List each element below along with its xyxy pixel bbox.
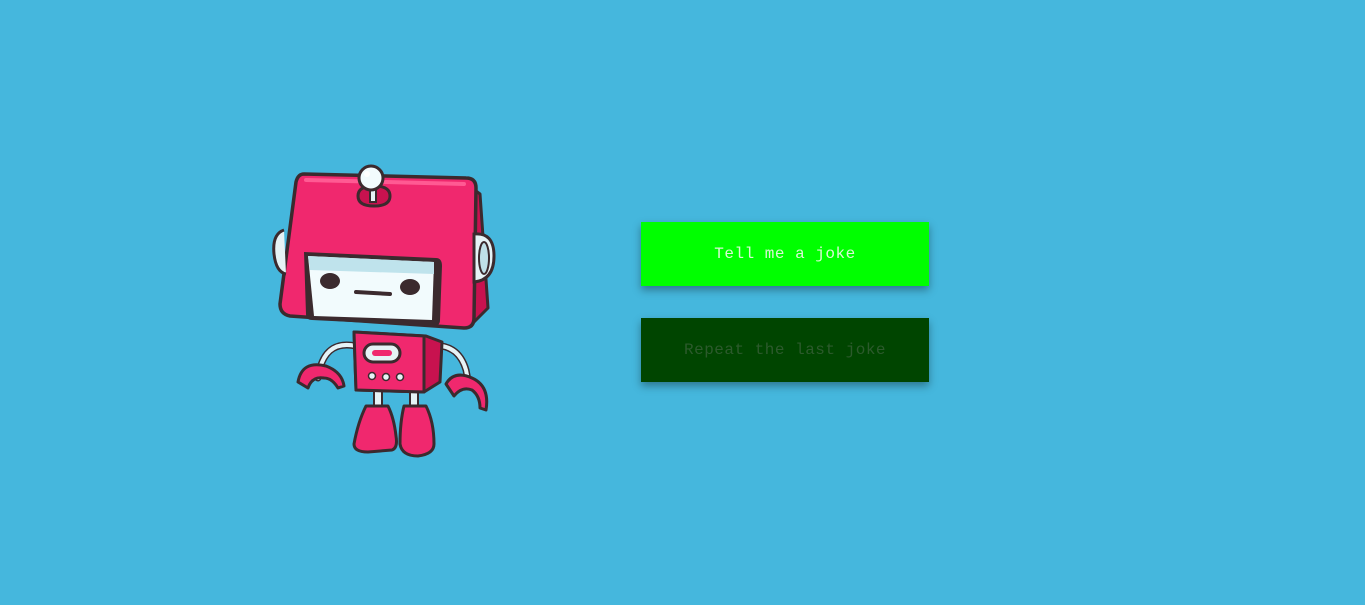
page: Tell me a joke Repeat the last joke <box>0 0 1365 605</box>
tell-joke-button[interactable]: Tell me a joke <box>641 222 929 286</box>
robot-icon <box>268 160 500 464</box>
repeat-last-joke-button[interactable]: Repeat the last joke <box>641 318 929 382</box>
